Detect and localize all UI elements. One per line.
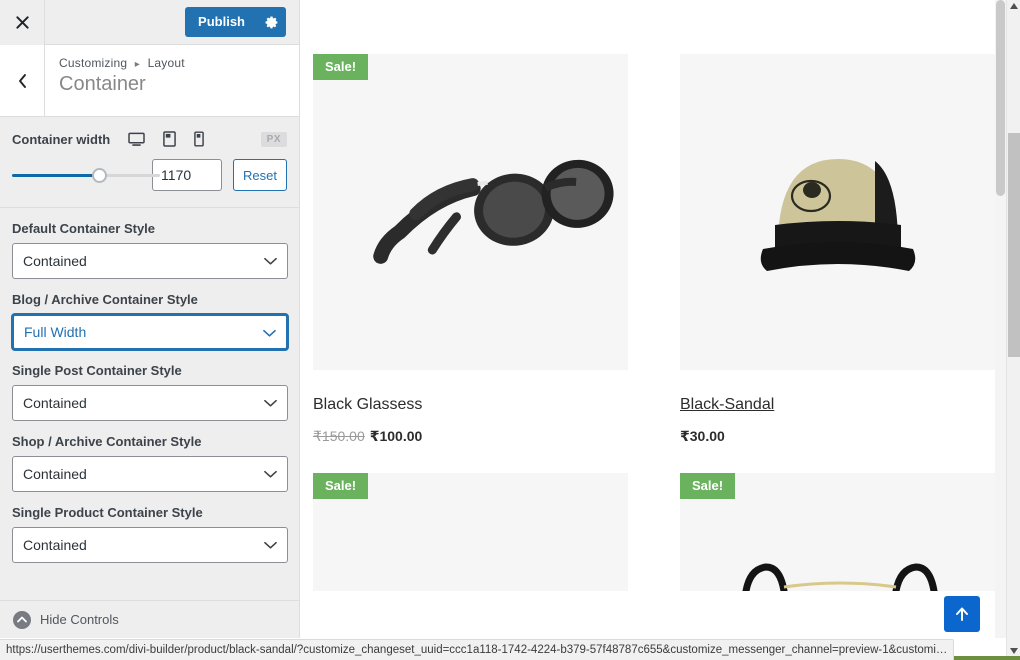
panel-titles: Customizing ▸ Layout Container [45, 45, 299, 116]
gear-icon [265, 16, 277, 28]
publish-group: Publish [185, 7, 286, 37]
product-card[interactable]: Sale! [313, 473, 628, 591]
default-container-style-select[interactable]: Contained [12, 243, 288, 279]
product-image-3 [320, 551, 621, 591]
slider-thumb[interactable] [92, 168, 107, 183]
chevron-down-icon [264, 257, 277, 265]
blog-archive-container-style-value: Full Width [24, 324, 87, 340]
default-container-style-value: Contained [23, 253, 87, 269]
chevron-down-icon [264, 541, 277, 549]
site-preview: Sale! Black Glassess ₹150.00 ₹100.00 Bla… [301, 0, 1007, 638]
price-new: ₹30.00 [680, 428, 725, 444]
status-bar: https://userthemes.com/divi-builder/prod… [0, 639, 955, 660]
single-post-container-style-select[interactable]: Contained [12, 385, 288, 421]
publish-settings-button[interactable] [256, 7, 286, 37]
default-container-style-label: Default Container Style [12, 221, 156, 236]
blog-archive-container-style-select[interactable]: Full Width [12, 314, 288, 350]
panel-title-bar: Customizing ▸ Layout Container [0, 45, 299, 117]
straw-cap-image [760, 159, 915, 271]
product-card[interactable]: Sale! [680, 473, 995, 591]
product-card[interactable]: Sale! [313, 54, 628, 445]
chevron-down-icon [264, 399, 277, 407]
single-post-container-style-group: Single Post Container Style Contained [12, 350, 288, 421]
shop-archive-container-style-group: Shop / Archive Container Style Contained [12, 421, 288, 492]
slider-fill [12, 174, 98, 177]
product-title[interactable]: Black-Sandal [680, 396, 995, 414]
device-switcher [128, 131, 260, 147]
product-title[interactable]: Black Glassess [313, 396, 628, 414]
chevron-down-icon [264, 470, 277, 478]
hide-controls-label: Hide Controls [40, 612, 119, 627]
status-bar-url: https://userthemes.com/divi-builder/prod… [6, 644, 948, 656]
preview-content: Sale! Black Glassess ₹150.00 ₹100.00 Bla… [301, 0, 1007, 619]
breadcrumb-section: Layout [147, 56, 185, 70]
scroll-up-arrow-icon[interactable] [1010, 3, 1018, 9]
breadcrumb: Customizing ▸ Layout [59, 56, 299, 70]
container-width-label: Container width [12, 131, 111, 147]
customizer-header: Publish [0, 0, 299, 45]
sale-badge: Sale! [680, 473, 736, 499]
tablet-icon[interactable] [163, 131, 177, 147]
customizer-screen: Publish Customizing ▸ Layout Container C… [0, 0, 1020, 660]
sale-badge: Sale! [313, 473, 369, 499]
container-width-control: Container width PX 1170 Reset [0, 117, 299, 208]
chevron-down-icon [263, 329, 276, 337]
mobile-icon[interactable] [194, 131, 205, 147]
browser-scrollbar-thumb[interactable] [1008, 133, 1020, 357]
chevron-left-icon [18, 73, 26, 88]
close-customizer-button[interactable] [0, 0, 45, 45]
shop-archive-container-style-value: Contained [23, 466, 87, 482]
price-old: ₹150.00 [313, 428, 365, 444]
single-product-container-style-select[interactable]: Contained [12, 527, 288, 563]
price-new: ₹100.00 [369, 428, 423, 444]
hide-controls-button[interactable]: Hide Controls [0, 600, 299, 638]
header-actions: Publish [45, 0, 299, 44]
eyeglasses-image [742, 563, 937, 591]
blog-archive-container-style-label: Blog / Archive Container Style [12, 292, 198, 307]
back-button[interactable] [0, 45, 45, 116]
scroll-down-arrow-icon[interactable] [1010, 648, 1018, 654]
preview-scrollbar-thumb[interactable] [996, 0, 1005, 196]
breadcrumb-root: Customizing [59, 56, 128, 70]
container-width-slider[interactable] [12, 165, 160, 185]
breadcrumb-separator-icon: ▸ [134, 59, 141, 70]
customizer-sidebar: Publish Customizing ▸ Layout Container C… [0, 0, 300, 638]
product-image[interactable] [680, 54, 995, 370]
publish-button[interactable]: Publish [185, 7, 256, 37]
single-post-container-style-label: Single Post Container Style [12, 363, 182, 378]
collapse-icon [13, 610, 31, 629]
page-title: Container [59, 73, 146, 95]
black-sunglasses-image [372, 159, 614, 264]
unit-badge: PX [260, 131, 287, 147]
blog-archive-container-style-group: Blog / Archive Container Style Full Widt… [12, 279, 288, 350]
close-icon [15, 16, 29, 29]
reset-button[interactable]: Reset [233, 159, 287, 191]
controls-list: Container width PX 1170 Reset Default Co… [0, 117, 299, 563]
desktop-icon[interactable] [128, 132, 145, 147]
shop-archive-container-style-select[interactable]: Contained [12, 456, 288, 492]
product-grid: Sale! Black Glassess ₹150.00 ₹100.00 Bla… [313, 0, 995, 619]
shop-archive-container-style-label: Shop / Archive Container Style [12, 434, 202, 449]
browser-scrollbar[interactable] [1006, 0, 1020, 660]
sale-badge: Sale! [313, 54, 369, 80]
single-product-container-style-group: Single Product Container Style Contained [12, 492, 288, 563]
single-product-container-style-value: Contained [23, 537, 87, 553]
product-price: ₹150.00 ₹100.00 [313, 428, 628, 445]
container-width-header: Container width PX [12, 131, 287, 147]
container-width-input[interactable] [152, 159, 223, 191]
product-price: ₹30.00 [680, 428, 995, 445]
product-image[interactable] [313, 54, 628, 370]
arrow-up-icon [956, 607, 968, 621]
default-container-style-group: Default Container Style Contained [12, 208, 288, 279]
container-width-row: Reset [12, 159, 287, 191]
scroll-to-top-button[interactable] [944, 596, 980, 632]
style-selects: Default Container Style Contained Blog /… [0, 208, 299, 563]
product-card[interactable]: Black-Sandal ₹30.00 [680, 54, 995, 445]
single-product-container-style-label: Single Product Container Style [12, 505, 203, 520]
single-post-container-style-value: Contained [23, 395, 87, 411]
